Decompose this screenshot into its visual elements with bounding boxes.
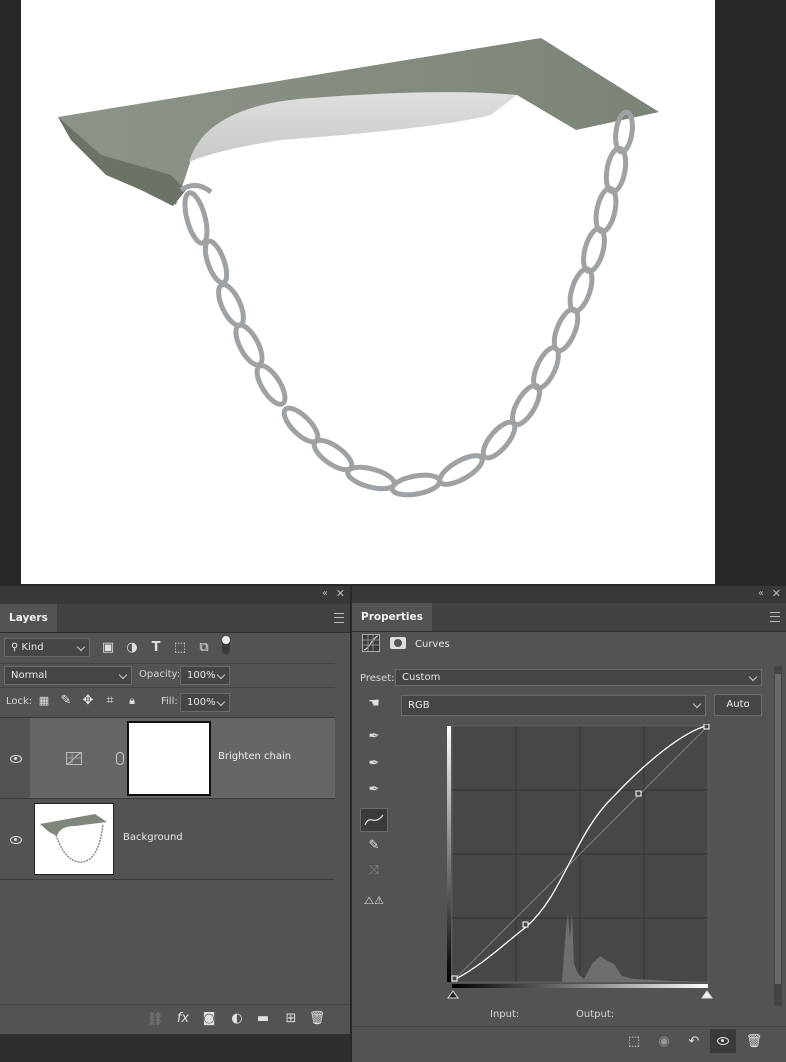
lock-position-move-icon[interactable]: ✥	[80, 693, 96, 709]
chevron-down-icon	[748, 672, 758, 682]
chevron-down-icon	[216, 670, 226, 680]
filter-smart-object-icon[interactable]: ⧉	[196, 640, 212, 656]
document-canvas[interactable]	[21, 0, 715, 584]
filter-shape-icon[interactable]: ⬚	[172, 640, 188, 656]
properties-panel-topbar: « ✕	[352, 586, 786, 604]
opacity-field[interactable]: 100%	[180, 666, 230, 685]
chevron-down-icon	[76, 642, 86, 652]
chevron-down-icon	[118, 670, 128, 680]
visibility-eye-icon[interactable]	[10, 755, 22, 763]
scrollbar-track[interactable]	[774, 666, 782, 1006]
filter-adjustment-icon[interactable]: ◑	[124, 640, 140, 656]
layer-row-background[interactable]: Background	[0, 799, 335, 880]
on-image-adjust-hand-icon[interactable]: ☚	[362, 696, 386, 712]
channel-select[interactable]: RGB	[401, 695, 706, 716]
layer-name[interactable]: Background	[123, 832, 183, 843]
panel-menu-icon[interactable]	[770, 612, 780, 622]
adjustment-title: Curves	[415, 639, 450, 650]
new-group-folder-icon[interactable]: ▬	[254, 1011, 272, 1027]
input-label: Input:	[490, 1009, 520, 1020]
fill-label: Fill:	[161, 696, 178, 707]
output-gradient-bar	[447, 726, 451, 982]
preset-select[interactable]: Custom	[395, 669, 762, 686]
new-adjustment-icon[interactable]: ◐	[228, 1011, 246, 1027]
clipping-warning-icon[interactable]: ⧍⚠	[360, 893, 388, 909]
fill-value: 100%	[187, 697, 216, 708]
edit-points-curve-tool[interactable]	[360, 808, 388, 832]
filter-pixel-icon[interactable]: ▣	[100, 640, 116, 656]
layer-row-brighten-chain[interactable]: Brighten chain	[0, 718, 335, 799]
filter-kind-select[interactable]: ⚲ Kind	[4, 638, 90, 657]
black-slider-triangle	[447, 990, 459, 999]
canvas-image	[58, 38, 659, 498]
pencil-draw-icon[interactable]: ✎	[364, 838, 384, 854]
lock-transparent-icon[interactable]: ▦	[36, 693, 52, 709]
reset-icon[interactable]: ↶	[684, 1034, 704, 1050]
preset-value: Custom	[402, 672, 441, 683]
white-point-eyedropper-icon[interactable]: ✒︎	[364, 782, 384, 798]
close-icon[interactable]: ✕	[336, 587, 345, 600]
link-layers-icon[interactable]: ⛓︎	[146, 1012, 164, 1028]
curve-point	[703, 724, 710, 730]
add-mask-icon[interactable]: ◙	[200, 1011, 218, 1027]
scrollbar-thumb[interactable]	[775, 674, 781, 984]
close-icon[interactable]: ✕	[772, 587, 781, 600]
visibility-eye-icon	[717, 1037, 729, 1045]
layer-name[interactable]: Brighten chain	[218, 751, 291, 762]
lock-label: Lock:	[6, 696, 33, 707]
fx-icon[interactable]: fx	[174, 1011, 192, 1027]
toggle-visibility-button[interactable]	[710, 1029, 736, 1053]
input-gradient-bar	[452, 984, 708, 988]
properties-panel: « ✕ Properties Curves Preset: Custom ☚ R…	[352, 586, 786, 1062]
lock-all-icon[interactable]: 🔒︎	[124, 693, 140, 709]
layer-image-thumbnail[interactable]	[34, 803, 114, 875]
visibility-eye-icon[interactable]	[10, 836, 22, 844]
layer-mask-thumbnail[interactable]	[127, 721, 211, 796]
white-slider-triangle	[701, 990, 713, 999]
opacity-value: 100%	[187, 670, 216, 681]
chevron-down-icon	[692, 699, 702, 709]
view-previous-state-icon[interactable]: ◉	[654, 1034, 674, 1050]
smooth-curve-icon[interactable]: ⤨	[364, 863, 384, 879]
tab-layers[interactable]: Layers	[0, 604, 57, 632]
panel-menu-icon[interactable]	[334, 613, 344, 623]
opacity-label: Opacity:	[139, 669, 181, 680]
blend-mode-value: Normal	[11, 670, 48, 681]
trash-icon[interactable]: 🗑︎	[308, 1011, 326, 1027]
lock-artboard-icon[interactable]: ⌗	[102, 693, 118, 709]
properties-footer: ⬚ ◉ ↶ 🗑︎	[352, 1026, 786, 1057]
lock-paint-brush-icon[interactable]: ✎	[58, 693, 74, 709]
clip-to-layer-icon[interactable]: ⬚	[624, 1034, 644, 1050]
output-label: Output:	[576, 1009, 615, 1020]
new-layer-icon[interactable]: ⊞	[282, 1011, 300, 1027]
curves-adjustment-icon	[66, 752, 82, 765]
collapse-icon[interactable]: «	[322, 588, 328, 599]
layers-panel: « ✕ Layers ⚲ Kind ▣ ◑ T ⬚ ⧉ Normal Opaci…	[0, 586, 350, 1062]
curve-point	[451, 975, 458, 982]
filter-kind-label: Kind	[21, 642, 44, 653]
blend-mode-select[interactable]: Normal	[4, 666, 132, 685]
filter-type-icon[interactable]: T	[148, 640, 164, 656]
curves-graph[interactable]	[444, 724, 714, 1002]
curve-point	[522, 921, 529, 928]
fill-field[interactable]: 100%	[180, 693, 230, 712]
search-icon: ⚲	[11, 642, 19, 653]
tab-properties[interactable]: Properties	[352, 603, 432, 631]
trash-icon[interactable]: 🗑︎	[744, 1034, 764, 1050]
mask-icon[interactable]	[390, 637, 406, 649]
auto-button[interactable]: Auto	[714, 694, 762, 716]
link-chain-icon[interactable]	[116, 752, 124, 765]
layers-panel-topbar: « ✕	[0, 586, 350, 604]
curve-point	[635, 790, 642, 797]
black-point-eyedropper-icon[interactable]: ✒︎	[364, 729, 384, 745]
layers-footer: ⛓︎ fx ◙ ◐ ▬ ⊞ 🗑︎	[0, 1004, 350, 1035]
preset-label: Preset:	[360, 673, 395, 684]
gray-point-eyedropper-icon[interactable]: ✒︎	[364, 756, 384, 772]
filter-toggle[interactable]	[222, 636, 230, 654]
collapse-icon[interactable]: «	[758, 588, 764, 599]
chevron-down-icon	[216, 697, 226, 707]
curves-adjustment-icon[interactable]	[362, 634, 380, 652]
channel-value: RGB	[408, 700, 430, 711]
